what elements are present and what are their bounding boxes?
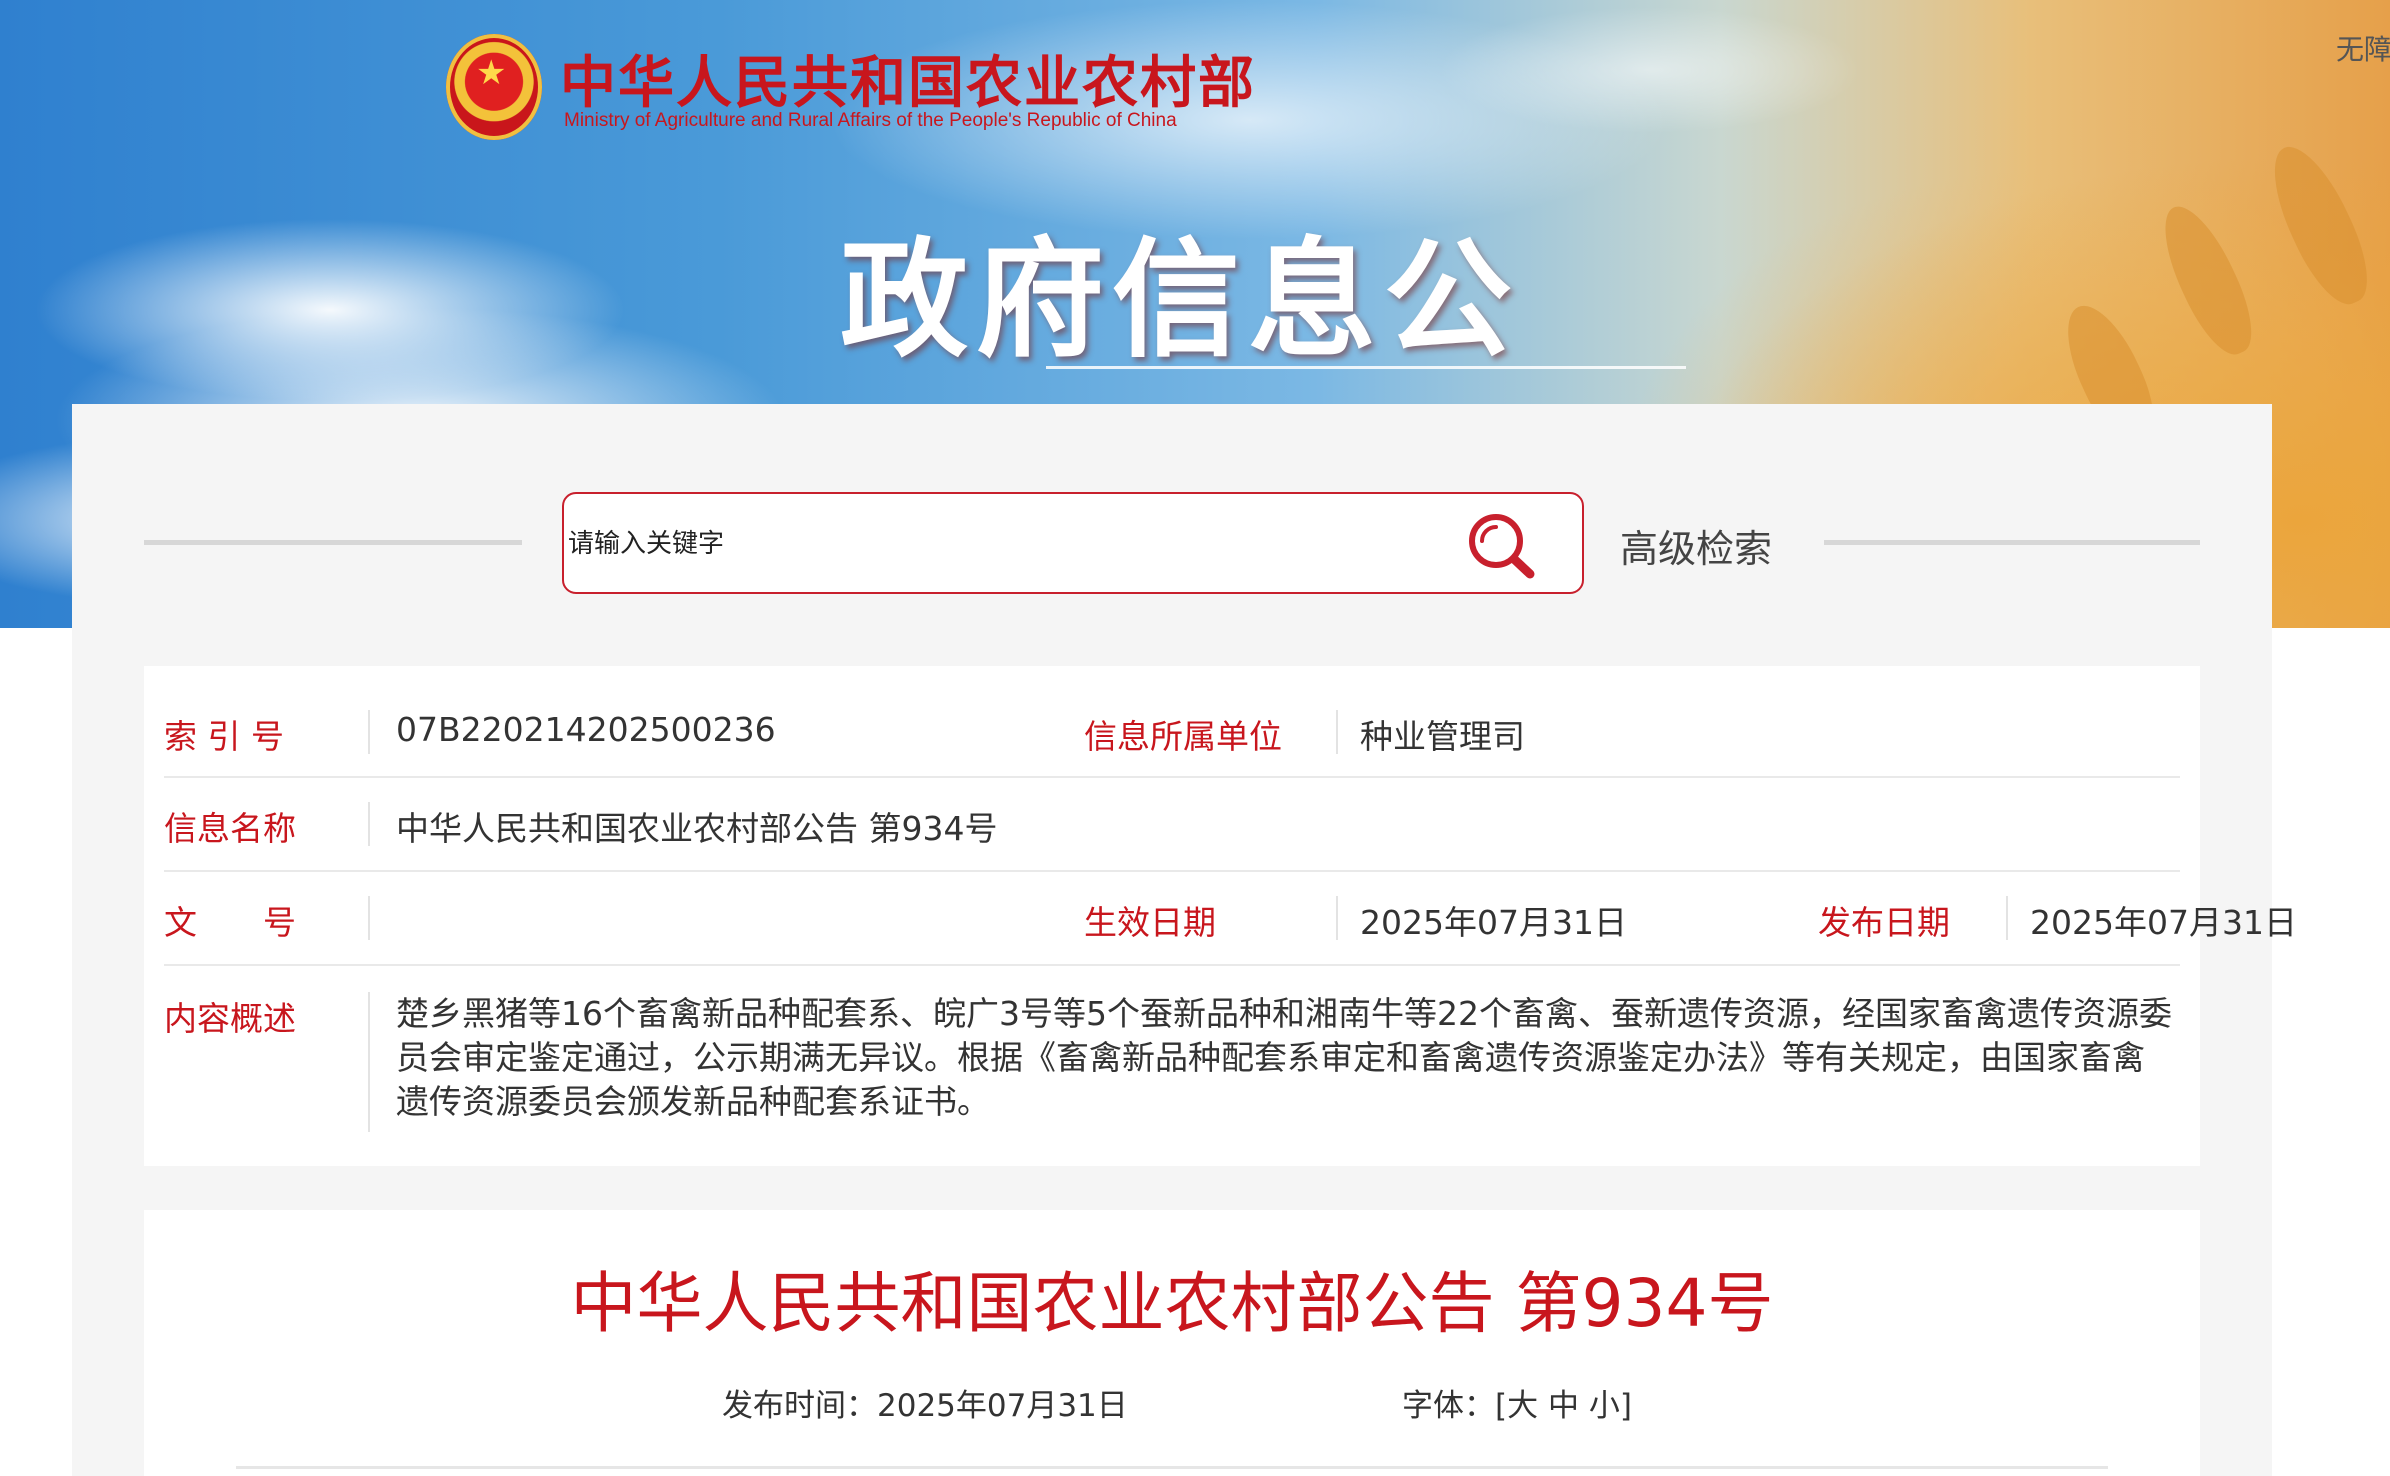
column-divider	[368, 896, 370, 940]
column-divider	[1336, 710, 1338, 754]
info-row-summary: 内容概述 楚乡黑猪等16个畜禽新品种配套系、皖广3号等5个蚕新品种和湘南牛等22…	[164, 966, 2180, 1146]
search-divider-left	[144, 540, 522, 545]
bracket-close: ]	[1619, 1388, 1632, 1424]
info-row-name: 信息名称 中华人民共和国农业农村部公告 第934号	[164, 778, 2180, 872]
article-card: 中华人民共和国农业农村部公告 第934号 发布时间：2025年07月31日 字体…	[144, 1210, 2200, 1476]
bracket-open: [	[1495, 1388, 1508, 1424]
unit-label: 信息所属单位	[1084, 717, 1282, 756]
org-name-en: Ministry of Agriculture and Rural Affair…	[564, 110, 1177, 131]
unit-value: 种业管理司	[1360, 717, 1525, 756]
publish-time-value: 2025年07月31日	[877, 1388, 1128, 1424]
effective-date-label: 生效日期	[1084, 903, 1216, 942]
column-divider	[368, 710, 370, 754]
article-divider	[236, 1466, 2108, 1469]
wheat-decoration	[2148, 195, 2267, 365]
title-underline	[1046, 366, 1686, 369]
advanced-search-link[interactable]: 高级检索	[1620, 518, 1772, 573]
info-row-index: 索 引 号 07B220214202500236 信息所属单位 种业管理司	[164, 666, 2180, 778]
font-size-label: 字体：	[1402, 1388, 1495, 1424]
publish-date-label: 发布日期	[1818, 903, 1950, 942]
publish-time-label: 发布时间：	[722, 1388, 877, 1424]
publish-date-value: 2025年07月31日	[2030, 903, 2297, 942]
name-label: 信息名称	[164, 809, 296, 848]
column-divider	[2006, 896, 2008, 940]
info-table: 索 引 号 07B220214202500236 信息所属单位 种业管理司 信息…	[144, 666, 2297, 1166]
column-divider	[1336, 896, 1338, 940]
search-button[interactable]	[1462, 508, 1542, 584]
column-divider	[368, 802, 370, 846]
name-value: 中华人民共和国农业农村部公告 第934号	[396, 809, 998, 848]
index-value: 07B220214202500236	[396, 710, 776, 749]
accessibility-link[interactable]: 无障碍	[2336, 28, 2390, 68]
font-size-switcher: 字体：[大 中 小]	[1402, 1380, 1632, 1425]
info-row-dates: 文 号 生效日期 2025年07月31日 发布日期 2025年07月31日	[164, 872, 2297, 966]
wheat-decoration	[2256, 135, 2384, 315]
search-box	[562, 492, 1584, 594]
publish-time: 发布时间：2025年07月31日	[722, 1380, 1128, 1425]
search-input[interactable]	[566, 520, 1430, 568]
font-large-option[interactable]: 大	[1507, 1388, 1538, 1424]
search-icon	[1469, 514, 1535, 579]
org-name-cn[interactable]: 中华人民共和国农业农村部	[560, 38, 1256, 119]
column-divider	[368, 992, 370, 1132]
index-label: 索 引 号	[164, 717, 284, 756]
national-emblem-icon[interactable]: ★	[446, 34, 542, 140]
summary-value: 楚乡黑猪等16个畜禽新品种配套系、皖广3号等5个蚕新品种和湘南牛等22个畜禽、蚕…	[396, 994, 2172, 1121]
doc-number-label: 文 号	[164, 903, 296, 942]
article-title: 中华人民共和国农业农村部公告 第934号	[570, 1265, 1774, 1342]
star-icon: ★	[476, 53, 507, 93]
effective-date-value: 2025年07月31日	[1360, 903, 1627, 942]
font-small-option[interactable]: 小	[1589, 1388, 1620, 1424]
font-medium-option[interactable]: 中	[1548, 1388, 1579, 1424]
search-divider-right	[1824, 540, 2200, 545]
summary-label: 内容概述	[164, 999, 296, 1038]
